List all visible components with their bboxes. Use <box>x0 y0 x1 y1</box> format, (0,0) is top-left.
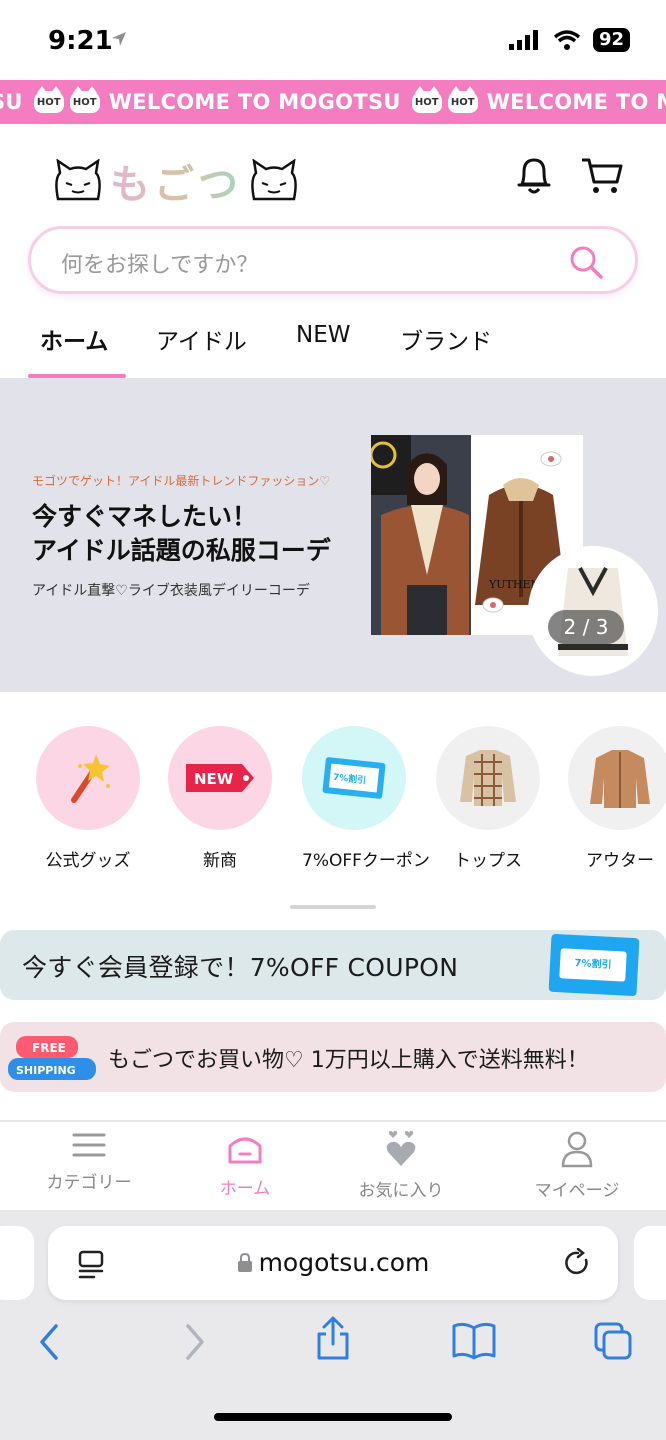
ticker-text: WELCOME TO MOGOTSU <box>486 90 666 114</box>
banner-title-line: 今すぐマネしたい！ <box>32 502 258 531</box>
hot-badge: HOT <box>33 86 64 113</box>
bottom-nav-favorites[interactable]: お気に入り <box>326 1130 476 1201</box>
category-scroll-indicator <box>290 905 376 909</box>
hearts-icon <box>386 1131 416 1166</box>
category-official-goods[interactable]: 公式グッズ <box>36 726 140 871</box>
free-shipping-text: もごつでお買い物♡ 1万円以上購入で送料無料！ <box>108 1048 589 1073</box>
coupon-ticket-icon: 7%割引 <box>548 933 640 997</box>
coupon-promo-text: 今すぐ会員登録で！7%OFF COUPON <box>22 953 459 982</box>
banner-kicker: モゴツでゲット！アイドル最新トレンドファッション♡ <box>32 474 331 488</box>
free-shipping-banner[interactable]: FREE SHIPPING もごつでお買い物♡ 1万円以上購入で送料無料！ <box>0 1022 666 1092</box>
cat-face-icon <box>55 159 101 201</box>
status-icons: 92 <box>508 28 630 52</box>
location-arrow-icon <box>112 32 126 46</box>
signal-icon <box>508 30 538 50</box>
reload-icon[interactable] <box>564 1248 592 1278</box>
category-tops[interactable]: トップス <box>436 726 540 871</box>
category-label: 7%OFFクーポン <box>302 851 430 871</box>
bottom-nav-label: カテゴリー <box>46 1173 132 1193</box>
banner-pager: 2 / 3 <box>548 610 624 644</box>
share-icon[interactable] <box>314 1316 352 1362</box>
menu-icon <box>72 1133 106 1157</box>
bottom-nav-mypage[interactable]: マイページ <box>502 1130 652 1201</box>
jacket-icon <box>568 726 666 830</box>
banner-title: 今すぐマネしたい！ アイドル話題の私服コーデ <box>32 500 331 568</box>
url-text: mogotsu.com <box>258 1248 430 1277</box>
search-icon[interactable] <box>567 243 605 281</box>
ticker-segment: HOT HOT WELCOME TO MOGOTSU <box>409 86 666 114</box>
hot-badge: HOT <box>411 86 442 113</box>
bottom-nav-label: お気に入り <box>358 1181 444 1201</box>
logo-text: もごつ <box>110 152 242 210</box>
search-bar[interactable]: 何をお探しですか？ <box>28 226 638 294</box>
bottom-navigation: カテゴリー ホーム お気に入り マイページ <box>0 1120 666 1212</box>
status-bar: 9:21 92 <box>0 0 666 80</box>
tab-brand[interactable]: ブランド <box>400 322 492 356</box>
new-tag-text: NEW <box>194 770 234 788</box>
url-display[interactable]: mogotsu.com <box>48 1248 618 1277</box>
hot-badge: HOT <box>447 86 478 113</box>
back-icon[interactable] <box>38 1322 62 1362</box>
site-header: もごつ <box>0 124 666 224</box>
tab-new[interactable]: NEW <box>296 322 350 348</box>
tab-home[interactable]: ホーム <box>40 322 108 356</box>
site-logo[interactable]: もごつ <box>52 152 300 210</box>
bottom-nav-label: ホーム <box>219 1179 271 1199</box>
bookmarks-icon[interactable] <box>452 1322 496 1360</box>
category-shortcuts: 公式グッズ NEW 新商 7%割引 7%OFFクーポン トップス アウター <box>0 692 666 902</box>
new-tag-icon: NEW <box>168 726 272 830</box>
tabs-icon[interactable] <box>594 1322 634 1362</box>
main-tabs: ホーム アイドル NEW ブランド <box>0 310 666 378</box>
home-indicator <box>214 1413 452 1421</box>
category-outer[interactable]: アウター <box>568 726 666 871</box>
coupon-promo-banner[interactable]: 今すぐ会員登録で！7%OFF COUPON 7%割引 <box>0 930 666 1000</box>
category-coupon[interactable]: 7%割引 7%OFFクーポン <box>302 726 430 871</box>
banner-subtitle: アイドル直撃♡ライブ衣装風デイリーコーデ <box>32 583 310 599</box>
banner-title-line: アイドル話題の私服コーデ <box>32 536 331 565</box>
browser-nav-row <box>0 1316 666 1372</box>
bottom-nav-category[interactable]: カテゴリー <box>14 1130 164 1193</box>
battery-indicator: 92 <box>592 28 630 52</box>
lock-icon <box>237 1252 252 1272</box>
search-input[interactable]: 何をお探しですか？ <box>61 247 258 279</box>
status-time: 9:21 <box>48 26 113 56</box>
previous-tab-preview[interactable] <box>0 1226 34 1300</box>
tab-idol[interactable]: アイドル <box>156 322 247 356</box>
magic-wand-icon <box>36 726 140 830</box>
welcome-ticker[interactable]: SU HOT HOT WELCOME TO MOGOTSU HOT HOT WE… <box>0 80 666 124</box>
cart-icon[interactable] <box>580 154 624 196</box>
home-icon <box>228 1137 262 1164</box>
category-label: 新商 <box>203 851 237 871</box>
wifi-icon <box>553 30 581 50</box>
free-badge-text: FREE <box>32 1041 66 1055</box>
hot-badge: HOT <box>69 86 100 113</box>
ticker-segment: HOT HOT WELCOME TO MOGOTSU <box>31 86 409 114</box>
category-new[interactable]: NEW 新商 <box>168 726 272 871</box>
ticker-text: WELCOME TO MOGOTSU <box>108 90 401 114</box>
bottom-nav-label: マイページ <box>534 1181 620 1201</box>
address-bar[interactable]: mogotsu.com <box>48 1226 618 1300</box>
browser-toolbar: mogotsu.com <box>0 1212 666 1440</box>
next-tab-preview[interactable] <box>634 1226 666 1300</box>
hero-banner[interactable]: モゴツでゲット！アイドル最新トレンドファッション♡ 今すぐマネしたい！ アイドル… <box>0 378 666 692</box>
forward-icon[interactable] <box>182 1322 206 1362</box>
coupon-ticket-text: 7%割引 <box>559 948 627 982</box>
user-icon <box>561 1131 593 1168</box>
bell-icon[interactable] <box>514 154 554 196</box>
bottom-nav-home[interactable]: ホーム <box>170 1130 320 1199</box>
free-shipping-badge-icon: FREE SHIPPING <box>8 1036 96 1080</box>
category-label: 公式グッズ <box>45 851 131 871</box>
ticker-prefix: SU <box>0 90 23 114</box>
cat-face-icon <box>251 159 297 201</box>
coupon-icon: 7%割引 <box>302 726 406 830</box>
category-label: アウター <box>586 851 654 871</box>
shipping-badge-text: SHIPPING <box>16 1064 76 1077</box>
category-label: トップス <box>454 851 522 871</box>
plaid-shirt-icon <box>436 726 540 830</box>
